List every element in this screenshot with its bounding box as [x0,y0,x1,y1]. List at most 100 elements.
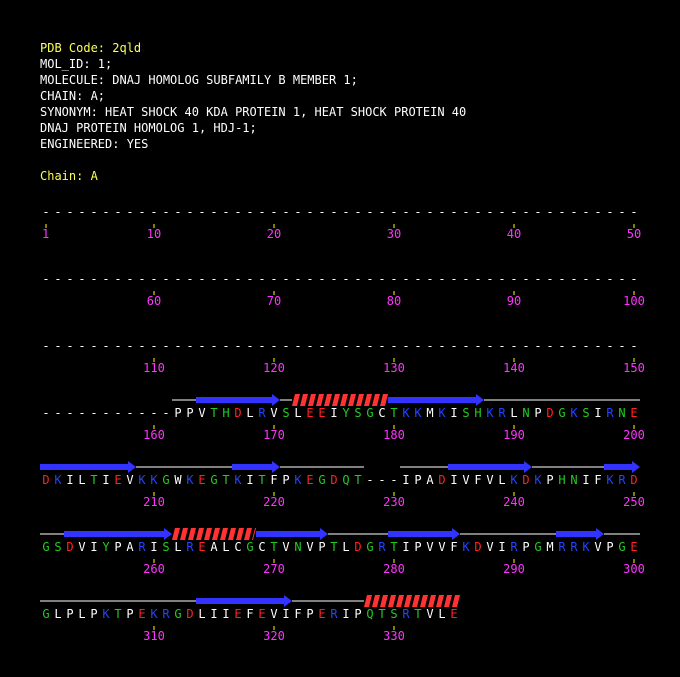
helix-turn [236,528,244,540]
gap-residue: - [102,406,109,420]
residue: D [630,473,637,487]
residue: F [450,540,457,554]
gap-residue: - [102,339,109,353]
residue: E [318,406,325,420]
gap-residue: - [222,272,229,286]
helix-coil [292,394,388,406]
gap-residue: - [282,272,289,286]
position-label: 130 [383,361,405,375]
residue: G [366,406,373,420]
gap-residue: - [462,205,469,219]
gap-residue: - [210,272,217,286]
strand-arrow [388,528,460,540]
gap-residue: - [222,205,229,219]
gap-residue: - [498,272,505,286]
position-label: 80 [387,294,401,308]
residue: D [522,473,529,487]
gap-residue: - [186,272,193,286]
gap-residue: - [546,272,553,286]
residue: F [294,607,301,621]
residue: R [138,540,146,554]
gap-residue: - [102,272,109,286]
residue: L [498,473,505,487]
residue: N [570,473,577,487]
gap-residue: - [294,339,301,353]
gap-residue: - [138,272,145,286]
gap-residue: - [450,205,457,219]
gap-residue: - [258,205,265,219]
residue: P [126,607,133,621]
residue: I [282,607,289,621]
gap-residue: - [510,205,517,219]
gap-residue: - [174,339,181,353]
position-label: 110 [143,361,165,375]
residue: T [114,607,121,621]
gap-residue: - [354,339,361,353]
gap-residue: - [306,339,313,353]
gap-residue: - [78,339,85,353]
residue: V [126,473,133,487]
strand-arrow [196,394,280,406]
residue: D [474,540,481,554]
gap-residue: - [162,406,169,420]
gap-residue: - [102,205,109,219]
residue: T [222,473,229,487]
gap-residue: - [390,205,397,219]
gap-residue: - [198,205,205,219]
gap-residue: - [42,205,49,219]
residue: R [186,540,194,554]
gap-residue: - [138,339,145,353]
residue: K [150,607,158,621]
residue: I [342,607,349,621]
gap-residue: - [366,272,373,286]
position-label: 190 [503,428,525,442]
helix-turn [404,595,412,607]
residue: G [558,406,565,420]
position-label: 320 [263,629,285,643]
residue: T [330,540,337,554]
gap-residue: - [90,205,97,219]
gap-residue: - [150,339,157,353]
residue: F [474,473,481,487]
gap-residue: - [150,406,157,420]
residue: L [294,406,301,420]
residue: G [162,473,169,487]
residue: E [258,607,265,621]
helix-turn [380,595,388,607]
residue: L [246,406,253,420]
gap-residue: - [582,339,589,353]
residue: I [594,406,601,420]
gap-residue: - [618,339,625,353]
gap-residue: - [126,205,133,219]
gap-residue: - [582,205,589,219]
residue: I [450,473,457,487]
residue: E [198,540,205,554]
residue: D [438,473,445,487]
strand-arrow [256,528,328,540]
residue: K [462,540,470,554]
residue: I [210,607,217,621]
residue: C [258,540,265,554]
residue: D [354,540,361,554]
residue: F [270,473,277,487]
residue: K [138,473,146,487]
residue: E [450,607,457,621]
gap-residue: - [426,339,433,353]
residue: R [618,473,626,487]
helix-turn [244,528,252,540]
gap-residue: - [138,406,145,420]
residue: L [510,406,517,420]
residue: N [522,406,529,420]
gap-residue: - [42,339,49,353]
residue: H [558,473,565,487]
residue: E [198,473,205,487]
residue: P [606,540,613,554]
residue: I [150,540,157,554]
helix-turn [204,528,212,540]
residue: G [210,473,217,487]
position-label: 240 [503,495,525,509]
gap-residue: - [558,205,565,219]
residue: P [522,540,529,554]
residue: P [186,406,193,420]
residue: G [42,540,49,554]
